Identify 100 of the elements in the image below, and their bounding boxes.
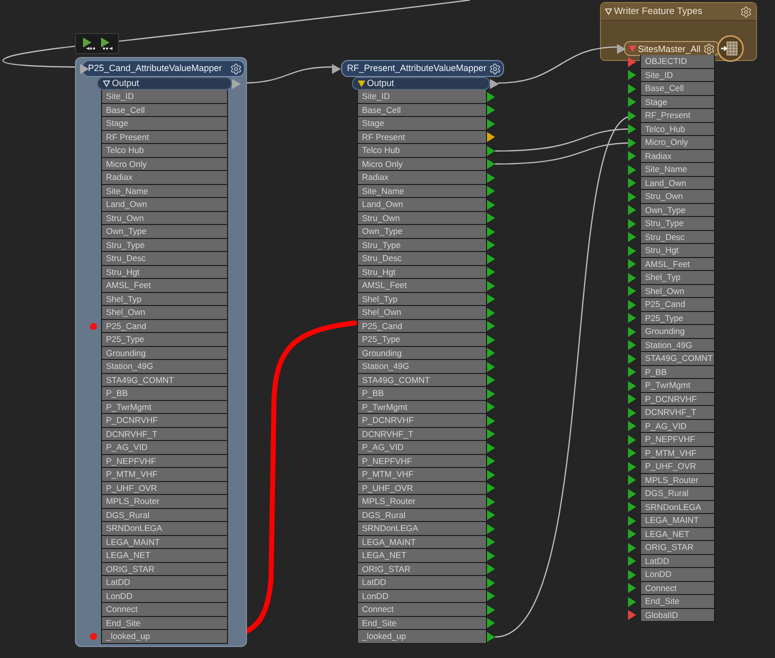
port-icon[interactable] xyxy=(628,542,636,553)
attribute-cell: Telco Hub xyxy=(101,144,228,158)
attribute-cell: Micro Only xyxy=(357,158,487,171)
attribute-cell: Stru_Own xyxy=(357,212,487,225)
attribute-cell: Shel_Own xyxy=(357,306,487,320)
port-icon[interactable] xyxy=(628,192,636,202)
attribute-cell: LEGA_NET xyxy=(640,528,715,541)
port-icon[interactable] xyxy=(628,272,636,283)
settings-icon[interactable] xyxy=(740,6,752,18)
attribute-cell: STA49G_COMNT xyxy=(640,352,715,366)
transformer-title: RF_Present_AttributeValueMapper xyxy=(347,62,486,75)
transformer-header[interactable]: RF_Present_AttributeValueMapper xyxy=(341,60,504,77)
play-icon[interactable] xyxy=(82,37,94,50)
attribute-cell: Connect xyxy=(357,603,487,616)
attribute-cell: P_AG_VID xyxy=(640,420,715,433)
attribute-cell: Telco Hub xyxy=(357,144,487,158)
attribute-cell: STA49G_COMNT xyxy=(357,374,487,387)
port-icon[interactable] xyxy=(628,380,636,391)
port-icon[interactable] xyxy=(628,610,636,620)
attribute-cell: DGS_Rural xyxy=(357,508,487,522)
port-icon[interactable] xyxy=(628,56,636,67)
attribute-cell: P25_Cand xyxy=(101,320,228,333)
output-port[interactable]: Output xyxy=(352,77,490,90)
attribute-cell: LonDD xyxy=(101,590,228,603)
port-icon[interactable] xyxy=(628,326,636,337)
port-icon[interactable] xyxy=(628,300,636,310)
settings-icon[interactable] xyxy=(230,62,242,74)
port-icon[interactable] xyxy=(628,596,636,607)
port-icon[interactable] xyxy=(628,516,636,526)
port-icon[interactable] xyxy=(628,259,636,270)
port-icon[interactable] xyxy=(628,138,636,148)
attribute-cell: Stru_Type xyxy=(357,238,487,252)
port-icon[interactable] xyxy=(628,218,636,229)
attribute-cell: RF_Present xyxy=(640,109,715,122)
port-icon[interactable] xyxy=(628,164,636,175)
port-icon[interactable] xyxy=(628,462,636,472)
input-port-icon[interactable] xyxy=(617,44,626,54)
port-icon[interactable] xyxy=(628,232,636,242)
port-icon[interactable] xyxy=(628,367,636,378)
output-port[interactable]: Output xyxy=(97,77,232,90)
port-icon[interactable] xyxy=(628,124,636,134)
settings-icon[interactable] xyxy=(489,62,502,74)
feature-type-title: SitesMaster_All xyxy=(638,44,701,54)
attribute-cell: P_AG_VID xyxy=(101,441,228,454)
port-icon[interactable] xyxy=(628,475,636,486)
transformer-title: P25_Cand_AttributeValueMapper xyxy=(88,62,223,75)
attribute-cell: AMSL_Feet xyxy=(357,279,487,292)
attribute-cell: P_BB xyxy=(101,387,228,400)
attribute-cell: DGS_Rural xyxy=(640,487,715,500)
caret-icon[interactable] xyxy=(358,80,365,87)
port-icon[interactable] xyxy=(628,70,636,80)
port-icon[interactable] xyxy=(628,529,636,540)
attribute-cell: MPLS_Router xyxy=(357,495,487,508)
attribute-cell: Base_Cell xyxy=(357,104,487,117)
attribute-cell: P_MTM_VHF xyxy=(357,468,487,482)
port-icon[interactable] xyxy=(628,110,636,121)
attribute-cell: Station_49G xyxy=(357,360,487,374)
attribute-cell: P_NEPFVHF xyxy=(101,454,228,468)
port-icon[interactable] xyxy=(628,354,636,364)
attribute-cell: P_TwrMgmt xyxy=(101,400,228,414)
port-icon[interactable] xyxy=(628,246,636,256)
feature-type-header[interactable]: SitesMaster_All xyxy=(624,41,720,56)
port-icon[interactable] xyxy=(628,488,636,499)
attribute-cell: Site_ID xyxy=(640,68,715,82)
port-icon[interactable] xyxy=(628,394,636,404)
attribute-cell: P25_Cand xyxy=(640,298,715,312)
attribute-cell: Telco_Hub xyxy=(640,122,715,136)
table-icon[interactable] xyxy=(716,35,745,62)
port-icon[interactable] xyxy=(628,313,636,324)
attribute-cell: Land_Own xyxy=(101,198,228,212)
port-icon[interactable] xyxy=(628,421,636,432)
attribute-cell: End_Site xyxy=(101,616,228,630)
port-icon[interactable] xyxy=(628,556,636,566)
attribute-cell: SRNDonLEGA xyxy=(101,522,228,536)
settings-icon[interactable] xyxy=(702,42,715,54)
port-icon[interactable] xyxy=(628,502,636,512)
input-port-icon[interactable] xyxy=(80,64,89,74)
port-icon[interactable] xyxy=(628,151,636,162)
port-icon[interactable] xyxy=(628,570,636,580)
port-icon[interactable] xyxy=(628,178,636,188)
attribute-cell: Stru_Hgt xyxy=(640,244,715,258)
attribute-cell: Site_Name xyxy=(357,184,487,198)
port-icon[interactable] xyxy=(628,408,636,418)
attribute-cell: Stru_Desc xyxy=(101,252,228,266)
attribute-cell: End_Site xyxy=(640,595,715,608)
port-icon[interactable] xyxy=(628,286,636,296)
attribute-cell: MPLS_Router xyxy=(101,495,228,508)
attribute-cell: Own_Type xyxy=(357,225,487,238)
bookmark-title: Writer Feature Types xyxy=(614,6,704,17)
port-icon[interactable] xyxy=(628,448,636,458)
attribute-cell: ORIG_STAR xyxy=(357,562,487,576)
port-icon[interactable] xyxy=(628,434,636,445)
port-icon[interactable] xyxy=(628,340,636,350)
port-icon[interactable] xyxy=(628,583,636,594)
port-icon[interactable] xyxy=(628,97,636,108)
port-icon[interactable] xyxy=(628,205,636,216)
play-icon[interactable] xyxy=(100,37,112,50)
port-icon[interactable] xyxy=(628,84,636,94)
attribute-cell: LatDD xyxy=(640,554,715,568)
transformer-header[interactable]: P25_Cand_AttributeValueMapper xyxy=(82,60,245,77)
